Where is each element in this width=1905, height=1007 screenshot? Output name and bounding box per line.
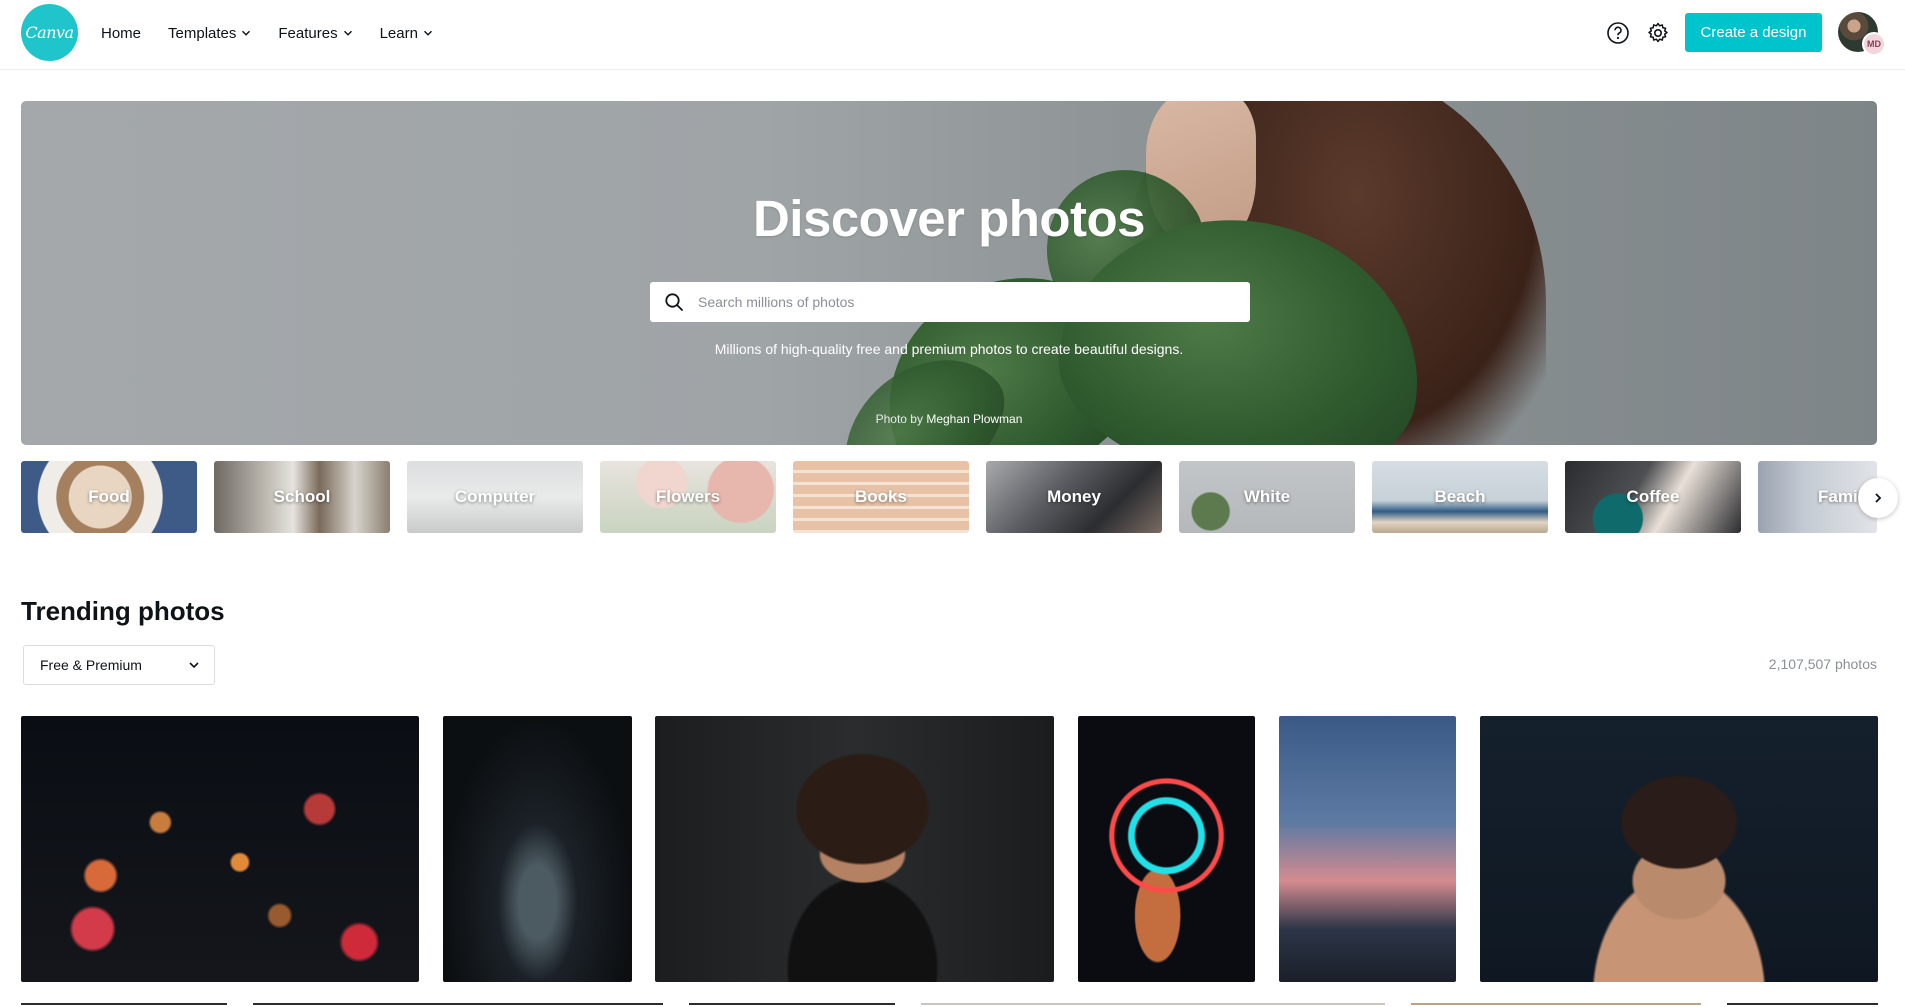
main-nav: Home Templates Features Learn <box>101 0 460 66</box>
chevron-down-icon <box>423 30 432 36</box>
nav-templates[interactable]: Templates <box>168 25 251 42</box>
category-school[interactable]: School <box>214 461 390 533</box>
nav-learn-label: Learn <box>379 24 418 42</box>
chevron-down-icon <box>189 662 199 669</box>
photo-thumbnail-next-row[interactable] <box>253 1003 663 1007</box>
photo-credit-author-link[interactable]: Meghan Plowman <box>926 412 1022 426</box>
photo-thumbnail[interactable] <box>443 716 632 982</box>
hero-subtitle: Millions of high-quality free and premiu… <box>714 341 1184 357</box>
category-books[interactable]: Books <box>793 461 969 533</box>
photo-count: 2,107,507 photos <box>1768 656 1877 672</box>
chevron-right-icon <box>1875 493 1882 503</box>
photo-thumbnail-next-row[interactable] <box>1411 1003 1701 1007</box>
nav-home-label: Home <box>101 24 142 42</box>
category-label: Books <box>855 487 907 506</box>
photo-thumbnail-next-row[interactable] <box>921 1003 1385 1007</box>
category-white[interactable]: White <box>1179 461 1355 533</box>
category-label: Food <box>88 487 130 506</box>
category-label: Flowers <box>655 487 721 506</box>
category-money[interactable]: Money <box>986 461 1162 533</box>
photo-thumbnail[interactable] <box>21 716 419 982</box>
hero-title: Discover photos <box>752 190 1146 247</box>
carousel-next-button[interactable] <box>1858 478 1898 518</box>
photo-thumbnail-next-row[interactable] <box>689 1003 895 1007</box>
photo-thumbnail[interactable] <box>655 716 1054 982</box>
chevron-down-icon <box>242 30 251 36</box>
photo-thumbnail[interactable] <box>1480 716 1878 982</box>
photo-credit-prefix: Photo by <box>875 412 923 426</box>
category-beach[interactable]: Beach <box>1372 461 1548 533</box>
category-label: Money <box>1047 487 1101 506</box>
category-label: Computer <box>454 487 536 506</box>
chevron-down-icon <box>343 30 352 36</box>
avatar-initials-badge: MD <box>1862 32 1886 56</box>
nav-features[interactable]: Features <box>278 25 352 42</box>
category-food[interactable]: Food <box>21 461 197 533</box>
photo-credit: Photo by Meghan Plowman <box>21 412 1877 426</box>
top-nav-bar: Canva Home Templates Features Learn Crea… <box>0 0 1905 70</box>
canva-logo[interactable]: Canva <box>21 4 78 61</box>
nav-home[interactable]: Home <box>101 25 141 42</box>
category-carousel: Food School Computer Flowers Books Money… <box>21 461 1877 534</box>
photo-search-input[interactable] <box>696 287 1236 317</box>
nav-learn[interactable]: Learn <box>380 25 433 42</box>
hero-banner: Discover photos Millions of high-quality… <box>21 101 1877 445</box>
category-computer[interactable]: Computer <box>407 461 583 533</box>
category-label: School <box>273 487 331 506</box>
category-coffee[interactable]: Coffee <box>1565 461 1741 533</box>
gear-icon[interactable] <box>1645 20 1671 46</box>
license-filter-dropdown[interactable]: Free & Premium <box>23 645 215 685</box>
category-label: Beach <box>1434 487 1486 506</box>
help-icon[interactable] <box>1605 20 1631 46</box>
photo-thumbnail-next-row[interactable] <box>1727 1003 1878 1007</box>
photo-thumbnail-next-row[interactable] <box>21 1003 227 1007</box>
photo-thumbnail[interactable] <box>1078 716 1255 982</box>
nav-templates-label: Templates <box>168 24 237 42</box>
section-title: Trending photos <box>21 596 225 626</box>
search-icon <box>665 293 683 311</box>
photo-search-bar[interactable] <box>650 282 1250 322</box>
nav-features-label: Features <box>278 24 338 42</box>
category-label: White <box>1243 487 1291 506</box>
category-label: Coffee <box>1626 487 1680 506</box>
create-design-button[interactable]: Create a design <box>1685 13 1822 52</box>
filter-selected-value: Free & Premium <box>40 657 142 673</box>
photo-thumbnail[interactable] <box>1279 716 1456 982</box>
category-flowers[interactable]: Flowers <box>600 461 776 533</box>
